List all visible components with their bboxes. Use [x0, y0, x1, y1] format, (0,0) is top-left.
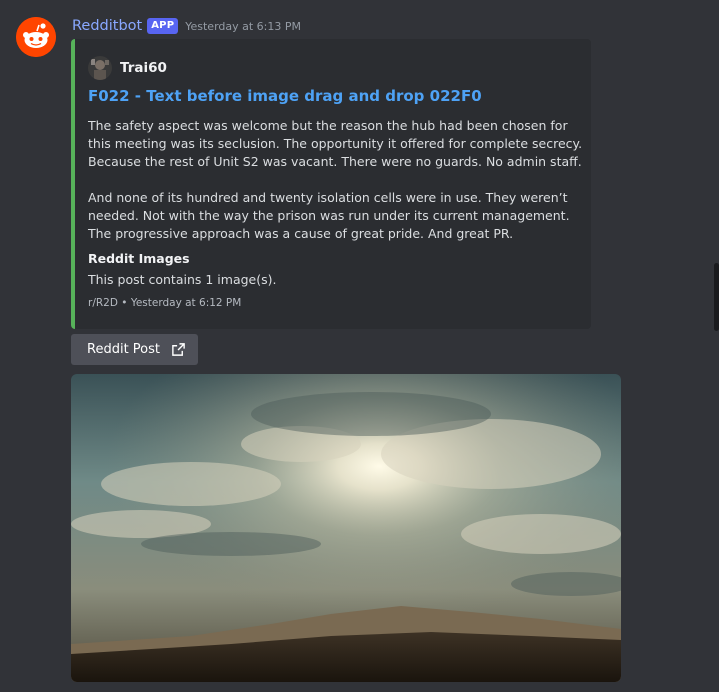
username[interactable]: Redditbot — [72, 18, 142, 34]
description-paragraph: And none of its hundred and twenty isola… — [88, 190, 570, 241]
embed-footer: r/R2D • Yesterday at 6:12 PM — [88, 297, 241, 309]
message-header: Redditbot APP Yesterday at 6:13 PM — [72, 16, 301, 36]
footer-separator: • — [121, 297, 128, 309]
message-timestamp: Yesterday at 6:13 PM — [185, 19, 302, 33]
redditbot-avatar[interactable] — [16, 17, 56, 57]
external-link-icon — [171, 342, 186, 357]
author-name[interactable]: Trai60 — [120, 60, 167, 76]
embed-title-link[interactable]: F022 - Text before image drag and drop 0… — [88, 87, 482, 105]
scrollbar-thumb[interactable] — [714, 263, 719, 331]
field-name: Reddit Images — [88, 251, 190, 266]
sky-landscape-image — [71, 374, 621, 682]
field-value: This post contains 1 image(s). — [88, 272, 277, 287]
image-attachment[interactable] — [71, 374, 621, 682]
embed-description: The safety aspect was welcome but the re… — [88, 117, 583, 243]
app-badge: APP — [147, 18, 179, 34]
message: Redditbot APP Yesterday at 6:13 PM Trai6… — [0, 0, 719, 692]
reddit-post-button[interactable]: Reddit Post — [71, 334, 198, 365]
author-avatar — [88, 56, 112, 80]
reddit-embed: Trai60 F022 - Text before image drag and… — [71, 39, 591, 329]
embed-author: Trai60 — [88, 56, 167, 80]
footer-subreddit: r/R2D — [88, 297, 118, 309]
reddit-post-button-label: Reddit Post — [87, 342, 160, 357]
footer-time: Yesterday at 6:12 PM — [130, 297, 242, 309]
reddit-logo-icon — [16, 17, 56, 57]
description-paragraph: The safety aspect was welcome but the re… — [88, 118, 583, 169]
